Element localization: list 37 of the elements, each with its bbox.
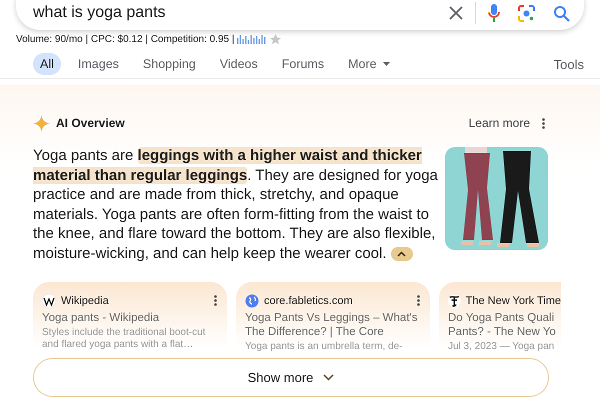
collapse-button[interactable] [390, 246, 413, 261]
search-field[interactable]: what is yoga pants [33, 4, 449, 22]
source-site-name: Wikipedia [61, 294, 109, 306]
camera-lens-icon[interactable] [518, 4, 535, 22]
source-title[interactable]: Yoga Pants Vs Leggings – What's The Difference? | The Core [245, 311, 420, 339]
search-tab[interactable]: All [33, 53, 61, 75]
sparkle-icon [33, 114, 50, 132]
caret-icon [382, 62, 390, 66]
search-tab[interactable]: Images [70, 53, 126, 75]
search-tab[interactable]: Forums [274, 53, 332, 75]
search-icon[interactable] [553, 4, 570, 22]
ai-overview-title: AI Overview [56, 116, 125, 130]
source-title[interactable]: Yoga pants - Wikipedia [42, 311, 217, 325]
source-site-name: The New York Time [466, 294, 561, 306]
more-options-icon[interactable] [542, 118, 545, 128]
more-options-icon[interactable] [417, 295, 420, 306]
more-menu-tab[interactable]: More [341, 53, 397, 75]
more-options-icon[interactable] [214, 295, 217, 306]
microphone-icon[interactable] [488, 4, 500, 22]
tools-button[interactable]: Tools [550, 52, 588, 76]
search-tab[interactable]: Videos [212, 53, 265, 75]
close-icon[interactable] [449, 6, 463, 20]
source-snippet: Yoga pants is an umbrella term, de- [245, 341, 404, 353]
star-icon[interactable] [270, 34, 282, 44]
wikipedia-logo-icon [42, 294, 56, 308]
chevron-up-icon [397, 250, 406, 257]
show-more-button[interactable]: Show more [33, 358, 549, 397]
source-title[interactable]: Do Yoga Pants Quali Pants? - The New Yo [448, 311, 561, 339]
keyword-stats: Volume: 90/mo | CPC: $0.12 | Competition: 0.95 | [16, 34, 234, 44]
source-snippet: Jul 3, 2023 — Yoga pan [448, 341, 556, 353]
bar-chart-icon [237, 34, 268, 44]
overview-paragraph: Yoga pants are leggings with a higher waist and thicker material than regular leggings. They are designed for yoga practice and are made from thick, stretchy, and opaque materials. Yoga pants are often form-fitting from the waist to the knee, and flare toward the bottom. They are also flexible, moisture-wicking, and can help keep the wearer cool. [33, 146, 439, 263]
learn-more-link[interactable]: Learn more [468, 116, 530, 130]
chevron-down-icon [323, 374, 334, 381]
source-snippet: Styles include the traditional boot-cut and flared yoga pants with a flat… [42, 327, 206, 351]
source-site-name: core.fabletics.com [264, 294, 353, 306]
search-tab[interactable]: Shopping [136, 53, 203, 75]
